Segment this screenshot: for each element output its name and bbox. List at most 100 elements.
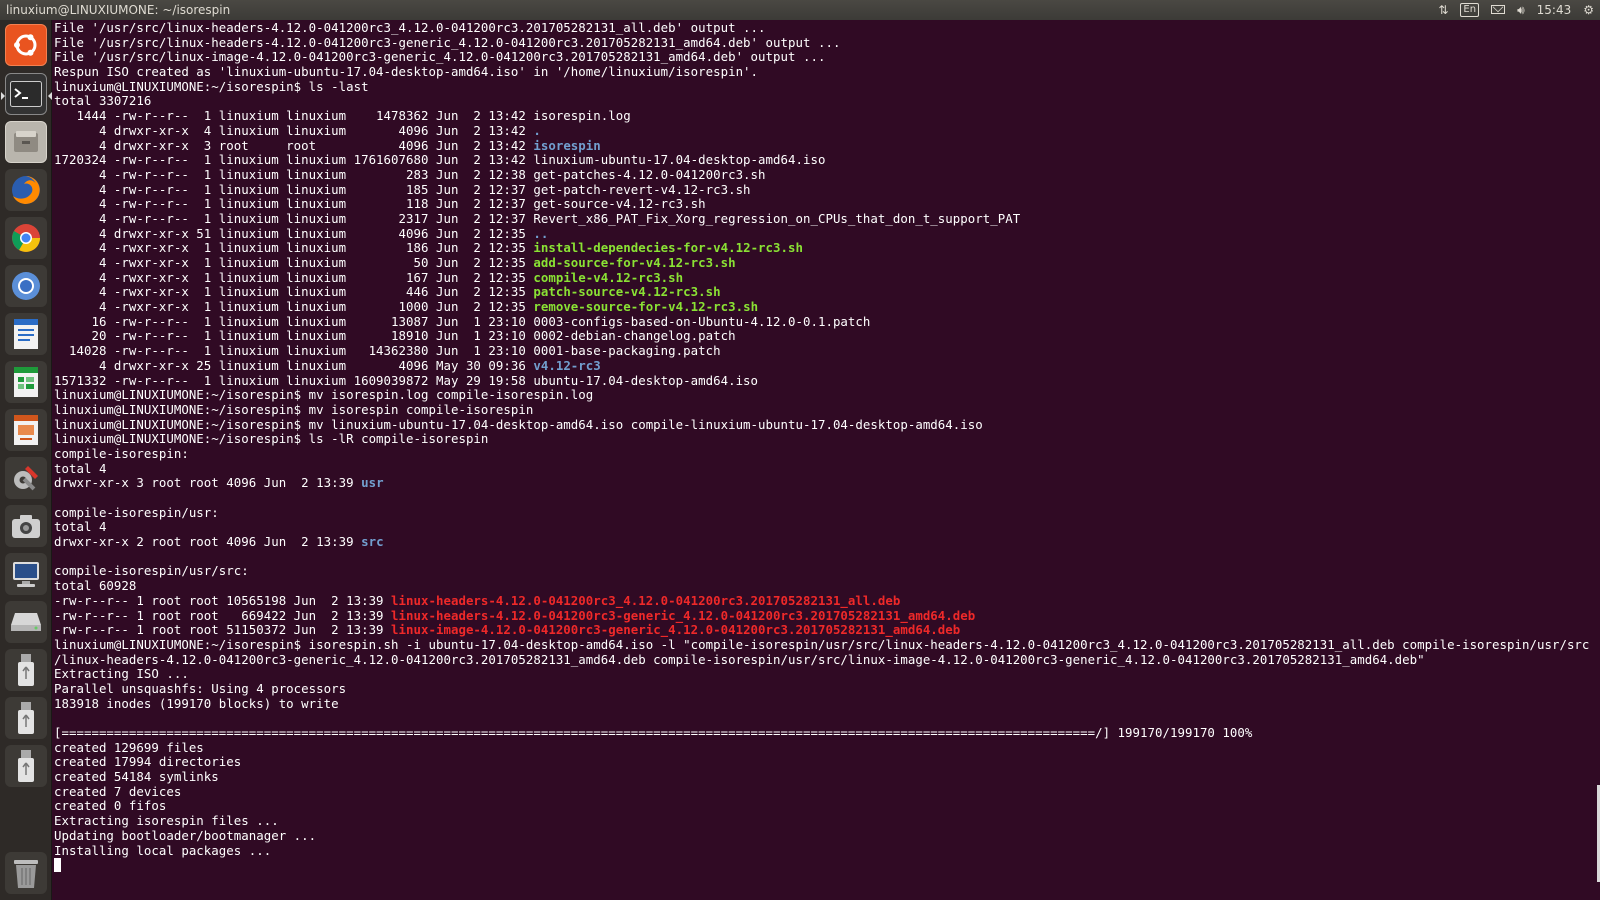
terminal-line: 4 drwxr-xr-x 3 root root 4096 Jun 2 13:4… [54,137,1600,154]
chromium-icon[interactable] [5,265,47,307]
usb-drive-icon-3[interactable] [5,745,47,787]
terminal-text: Extracting isorespin files ... [54,813,279,829]
terminal-line: linuxium@LINUXIUMONE:~/isorespin$ ls -la… [54,79,1600,95]
colored-filename: src [361,534,384,550]
impress-icon[interactable] [5,409,47,451]
terminal-text: linuxium@LINUXIUMONE:~/isorespin$ isores… [54,636,1590,652]
terminal-line: [=======================================… [54,725,1600,741]
writer-icon[interactable] [5,313,47,355]
terminal-text: drwxr-xr-x 2 root root 4096 Jun 2 13:39 [54,534,362,550]
terminal-text: 4 -rw-r--r-- 1 linuxium linuxium 283 Jun… [54,166,766,182]
terminal-line: Extracting isorespin files ... [54,813,1600,829]
terminal-text: created 17994 directories [54,754,242,770]
top-panel: linuxium@LINUXIUMONE: ~/isorespin ⇅ En 🔊… [0,0,1600,20]
terminal-text: 183918 inodes (199170 blocks) to write [54,695,339,711]
terminal-text: 4 -rwxr-xr-x 1 linuxium linuxium 50 Jun … [54,255,534,270]
terminal-line: created 129699 files [54,740,1600,756]
terminal-text: created 7 devices [54,783,182,799]
colored-filename: .. [533,225,549,241]
terminal-line: linuxium@LINUXIUMONE:~/isorespin$ mv iso… [54,401,1600,418]
terminal-text: linuxium@LINUXIUMONE:~/isorespin$ ls -lR… [54,431,489,447]
terminal-text: File '/usr/src/linux-image-4.12.0-041200… [54,49,826,65]
terminal-text: 4 -rwxr-xr-x 1 linuxium linuxium 1000 Ju… [54,299,534,315]
terminal-line: compile-isorespin/usr/src: [54,564,1600,579]
terminal-output[interactable]: File '/usr/src/linux-headers-4.12.0-0412… [54,20,1600,900]
network-transfer-icon[interactable]: ⇅ [1438,0,1448,20]
terminal-text: Respun ISO created as 'linuxium-ubuntu-1… [54,64,759,80]
terminal-line: 20 -rw-r--r-- 1 linuxium linuxium 18910 … [54,329,1600,344]
usb-drive-icon-2[interactable] [5,697,47,739]
terminal-line: 4 drwxr-xr-x 4 linuxium linuxium 4096 Ju… [54,122,1600,139]
cursor [54,858,61,873]
clock[interactable]: 15:43 [1537,0,1572,20]
camera-icon[interactable] [5,505,47,547]
indicator-area: ⇅ En 🔊︎ 15:43 ⚙ [1438,0,1600,20]
terminal-line: 1444 -rw-r--r-- 1 linuxium linuxium 1478… [54,108,1600,124]
terminal-text: total 4 [54,460,107,476]
trash-icon[interactable] [5,852,47,894]
focused-indicator [48,92,52,100]
terminal-line: -rw-r--r-- 1 root root 51150372 Jun 2 13… [54,622,1600,638]
terminal-line: created 17994 directories [54,755,1600,770]
colored-filename: linux-headers-4.12.0-041200rc3-generic_4… [391,607,976,623]
usb-drive-icon-1[interactable] [5,649,47,691]
terminal-line: 4 -rwxr-xr-x 1 linuxium linuxium 50 Jun … [54,255,1600,271]
colored-filename: . [533,122,541,138]
volume-icon[interactable]: 🔊︎ [1517,0,1525,20]
terminal-icon[interactable] [1,73,52,115]
terminal-line: linuxium@LINUXIUMONE:~/isorespin$ mv iso… [54,387,1600,403]
drive-icon[interactable] [5,601,47,643]
system-settings-icon[interactable] [5,457,47,499]
terminal-text: linuxium@LINUXIUMONE:~/isorespin$ mv iso… [54,387,594,403]
colored-filename: linux-image-4.12.0-041200rc3-generic_4.1… [391,622,961,638]
terminal-text: -rw-r--r-- 1 root root 10565198 Jun 2 13… [54,592,392,608]
terminal-line: 4 -rw-r--r-- 1 linuxium linuxium 283 Jun… [54,166,1600,183]
terminal-line: total 4 [54,520,1600,535]
terminal-line: 4 -rwxr-xr-x 1 linuxium linuxium 446 Jun… [54,285,1600,300]
firefox-icon[interactable] [5,169,47,211]
terminal-text: Extracting ISO ... [54,666,189,682]
gear-icon[interactable]: ⚙ [1583,0,1594,20]
terminal-text: compile-isorespin/usr/src: [54,563,249,579]
terminal-text: linuxium@LINUXIUMONE:~/isorespin$ mv lin… [54,416,983,432]
terminal-text: Installing local packages ... [54,842,272,858]
colored-filename: patch-source-v4.12-rc3.sh [533,284,721,300]
terminal-line: Updating bootloader/bootmanager ... [54,828,1600,844]
running-indicator [1,92,5,100]
terminal-text: 4 drwxr-xr-x 4 linuxium linuxium 4096 Ju… [54,122,534,138]
remote-desktop-icon[interactable] [5,553,47,595]
terminal-text: total 4 [54,519,107,535]
terminal-line: 4 drwxr-xr-x 25 linuxium linuxium 4096 M… [54,358,1600,374]
terminal-line: 14028 -rw-r--r-- 1 linuxium linuxium 143… [54,343,1600,359]
terminal-text: total 60928 [54,578,137,594]
keyboard-layout-indicator[interactable]: En [1460,3,1480,17]
terminal-text: File '/usr/src/linux-headers-4.12.0-0412… [54,34,841,50]
files-icon[interactable] [5,121,47,163]
terminal-line: 1571332 -rw-r--r-- 1 linuxium linuxium 1… [54,373,1600,389]
terminal-line: created 7 devices [54,783,1600,800]
chrome-icon[interactable] [5,217,47,259]
terminal-line: 183918 inodes (199170 blocks) to write [54,695,1600,712]
colored-filename: isorespin [533,137,601,153]
terminal-line: 4 -rw-r--r-- 1 linuxium linuxium 118 Jun… [54,196,1600,212]
terminal-line: Installing local packages ... [54,842,1600,859]
terminal-text: linuxium@LINUXIUMONE:~/isorespin$ mv iso… [54,401,534,417]
colored-filename: usr [361,475,384,491]
terminal-line: linuxium@LINUXIUMONE:~/isorespin$ isores… [54,636,1600,653]
terminal-line: 1720324 -rw-r--r-- 1 linuxium linuxium 1… [54,152,1600,168]
terminal-text: 14028 -rw-r--r-- 1 linuxium linuxium 143… [54,343,721,359]
calc-icon[interactable] [5,361,47,403]
terminal-line: 16 -rw-r--r-- 1 linuxium linuxium 13087 … [54,313,1600,330]
terminal-text: [=======================================… [54,725,1253,740]
terminal-line: File '/usr/src/linux-headers-4.12.0-0412… [54,20,1600,36]
mail-icon[interactable] [1491,0,1506,20]
terminal-line: 4 -rwxr-xr-x 1 linuxium linuxium 1000 Ju… [54,299,1600,315]
terminal-line: compile-isorespin/usr: [54,505,1600,521]
terminal-line: /linux-headers-4.12.0-041200rc3-generic_… [54,652,1600,668]
ubuntu-dash-icon[interactable] [5,24,47,66]
terminal-line: Parallel unsquashfs: Using 4 processors [54,681,1600,697]
terminal-text: 16 -rw-r--r-- 1 linuxium linuxium 13087 … [54,313,871,329]
terminal-text: 4 drwxr-xr-x 3 root root 4096 Jun 2 13:4… [54,137,534,153]
terminal-text: compile-isorespin: [54,445,189,461]
